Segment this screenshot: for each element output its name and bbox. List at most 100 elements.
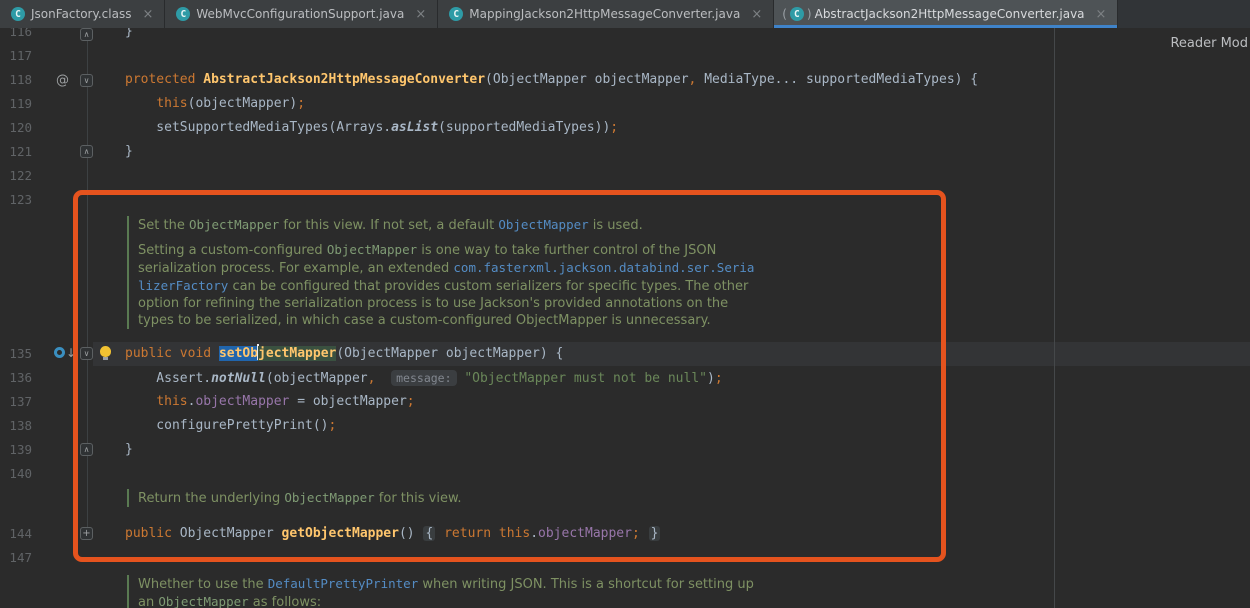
tab-bar: C JsonFactory.class × C WebMvcConfigurationS… — [0, 0, 1250, 28]
code-token: setSupportedMediaTypes(Arrays. — [125, 120, 391, 135]
fold-end-icon[interactable]: ∧ — [80, 28, 93, 41]
code-line[interactable]: 118 protected AbstractJackson2HttpMessage… — [0, 68, 1250, 92]
line-number: 138 — [0, 414, 32, 438]
down-arrow-icon[interactable]: ↓ — [66, 346, 76, 360]
code-token: () — [399, 526, 422, 541]
code-token: message: — [391, 370, 456, 386]
code-token: ; — [407, 394, 415, 409]
code-token: objectMapper — [195, 394, 289, 409]
fold-end-icon[interactable]: ∧ — [80, 145, 93, 158]
code-token: setOb — [219, 346, 258, 361]
code-token: { — [423, 526, 435, 541]
code-text: setSupportedMediaTypes(Arrays.asList(sup… — [125, 116, 618, 140]
code-line[interactable]: 123 — [0, 188, 1250, 212]
line-number: 121 — [0, 140, 32, 164]
code-line[interactable]: 135public void setObjectMapper(ObjectMap… — [0, 342, 1250, 366]
code-line[interactable]: 144public ObjectMapper getObjectMapper()… — [0, 522, 1250, 546]
doc-text: as follows: — [249, 595, 322, 608]
doc-text: for this view. If not set, a default — [279, 218, 498, 233]
tab-close-icon[interactable]: × — [751, 7, 762, 22]
code-line[interactable]: 136 Assert.notNull(objectMapper, message… — [0, 366, 1250, 390]
code-token: ; — [297, 96, 305, 111]
code-token: this — [156, 96, 187, 111]
code-line[interactable]: 122 — [0, 164, 1250, 188]
code-line[interactable]: 119 this(objectMapper); — [0, 92, 1250, 116]
fold-expand-icon[interactable]: + — [80, 527, 93, 540]
tab[interactable]: C WebMvcConfigurationSupport.java × — [165, 0, 438, 28]
tab-label: MappingJackson2HttpMessageConverter.java — [469, 7, 740, 21]
code-token: . — [530, 526, 538, 541]
code-token: AbstractJackson2HttpMessageConverter — [203, 72, 485, 87]
code-line[interactable]: 116} — [0, 28, 1250, 44]
class-icon: C — [790, 7, 804, 21]
line-number: 120 — [0, 116, 32, 140]
code-token: ; — [329, 418, 337, 433]
code-text: } — [125, 438, 133, 462]
tab[interactable]: C MappingJackson2HttpMessageConverter.jav… — [438, 0, 774, 28]
code-token: ) — [707, 371, 715, 386]
code-token: public — [125, 346, 180, 361]
code-line[interactable]: 120 setSupportedMediaTypes(Arrays.asList… — [0, 116, 1250, 140]
tab-label: JsonFactory.class — [31, 7, 131, 21]
code-line[interactable]: 140 — [0, 462, 1250, 486]
code-token: (supportedMediaTypes)) — [438, 120, 610, 135]
line-number: 147 — [0, 546, 32, 570]
tab-icon-paren: ( — [782, 7, 787, 21]
class-icon: C — [449, 7, 463, 21]
line-number: 144 — [0, 522, 32, 546]
code-editor[interactable]: Reader Mod 116}117118protected AbstractJ… — [0, 28, 1250, 608]
class-icon: C — [11, 7, 25, 21]
code-token: } — [649, 526, 661, 541]
code-token: notNull — [211, 371, 266, 386]
doc-paragraph: Setting a custom-configured ObjectMapper… — [138, 241, 756, 329]
code-line[interactable]: 139} — [0, 438, 1250, 462]
doc-text: is used. — [589, 218, 643, 233]
code-line[interactable]: 138 configurePrettyPrint(); — [0, 414, 1250, 438]
code-token: (objectMapper) — [188, 96, 298, 111]
code-token: return — [444, 526, 499, 541]
line-number: 118 — [0, 68, 32, 92]
fold-open-icon[interactable]: ∨ — [80, 74, 93, 87]
code-token: ; — [610, 120, 618, 135]
code-text: this.objectMapper = objectMapper; — [125, 390, 415, 414]
fold-end-icon[interactable]: ∧ — [80, 443, 93, 456]
tab-close-icon[interactable]: × — [415, 7, 426, 22]
doc-paragraph: Whether to use the DefaultPrettyPrinter … — [138, 575, 756, 608]
code-token: MediaType... supportedMediaTypes) { — [696, 72, 978, 87]
code-token: ObjectMapper — [180, 526, 282, 541]
line-number: 117 — [0, 44, 32, 68]
tab-close-icon[interactable]: × — [142, 7, 153, 22]
annotation-at-icon[interactable]: @ — [56, 74, 69, 88]
code-token: ; — [715, 371, 723, 386]
doc-text: ObjectMapper — [189, 217, 279, 232]
code-line[interactable]: 117 — [0, 44, 1250, 68]
doc-link[interactable]: DefaultPrettyPrinter — [268, 576, 419, 591]
intention-lightbulb-icon[interactable] — [100, 346, 111, 357]
code-token: protected — [125, 72, 203, 87]
code-token: (objectMapper — [266, 371, 368, 386]
tab-label: WebMvcConfigurationSupport.java — [196, 7, 404, 21]
code-line[interactable]: 137 this.objectMapper = objectMapper; — [0, 390, 1250, 414]
line-number: 137 — [0, 390, 32, 414]
class-icon: C — [176, 7, 190, 21]
line-number: 139 — [0, 438, 32, 462]
doc-link[interactable]: ObjectMapper — [498, 217, 588, 232]
tab-icon-paren: ) — [807, 7, 812, 21]
rendered-doc-block: Return the underlying ObjectMapper for t… — [127, 489, 462, 507]
line-number: 135 — [0, 342, 32, 366]
code-token: asList — [391, 120, 438, 135]
fold-open-icon[interactable]: ∨ — [80, 347, 93, 360]
line-number: 123 — [0, 188, 32, 212]
doc-text: for this view. — [375, 491, 462, 506]
code-token: void — [180, 346, 219, 361]
code-token: (ObjectMapper objectMapper — [485, 72, 689, 87]
code-line[interactable]: 147 — [0, 546, 1250, 570]
code-token: (ObjectMapper objectMapper) { — [336, 346, 563, 361]
overridden-method-icon[interactable] — [54, 347, 65, 358]
tab-close-icon[interactable]: × — [1096, 7, 1107, 22]
code-token: "ObjectMapper must not be null" — [464, 371, 707, 386]
tab[interactable]: C JsonFactory.class × — [0, 0, 165, 28]
code-line[interactable]: 121} — [0, 140, 1250, 164]
code-token: ; — [632, 526, 640, 541]
tab[interactable]: (C)AbstractJackson2HttpMessageConverter.… — [774, 0, 1118, 28]
